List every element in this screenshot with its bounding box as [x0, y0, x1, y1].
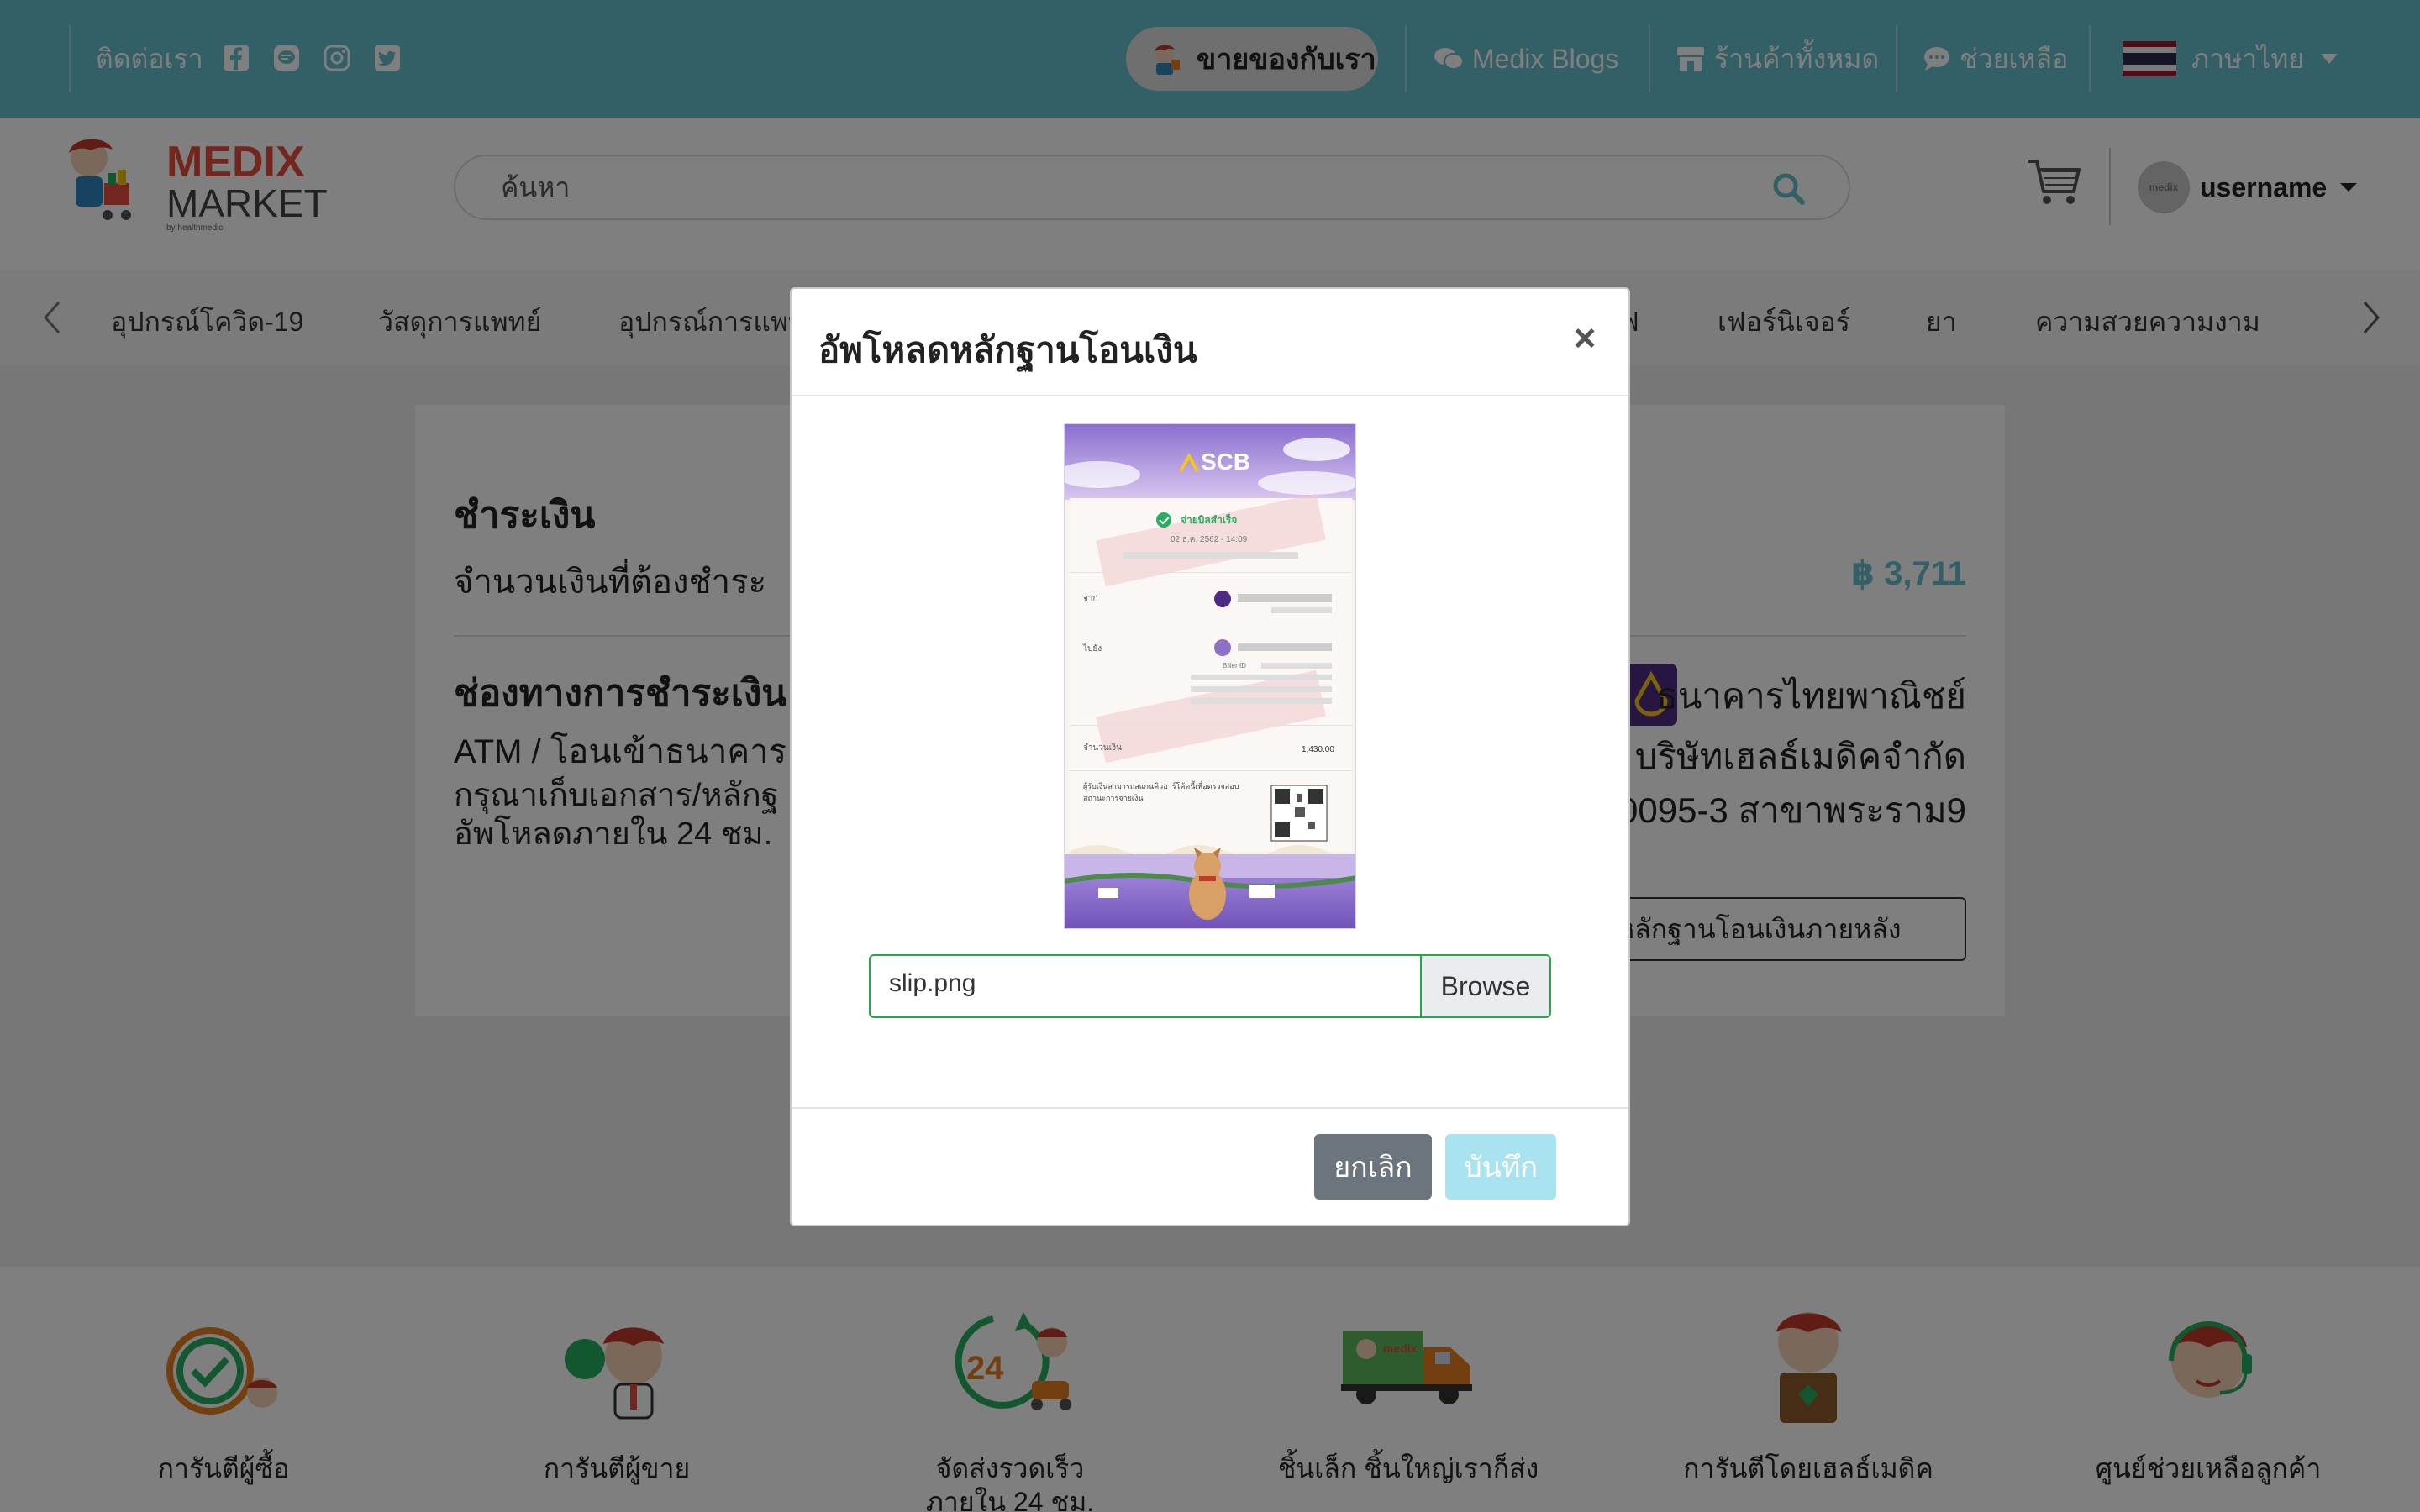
close-icon[interactable]: × — [1566, 318, 1603, 357]
save-button[interactable]: บันทึก — [1445, 1134, 1556, 1200]
slip-scan-note: ผู้รับเงินสามารถสแกนคิวอาร์โค้ดนี้เพื่อต… — [1083, 782, 1239, 802]
slip-status: จ่ายบิลสำเร็จ — [1181, 513, 1237, 526]
transfer-slip-image: SCB จ่ายบิลสำเร็จ 02 ธ.ค. 2562 - 14:09 จ… — [1065, 424, 1355, 928]
upload-proof-modal: อัพโหลดหลักฐานโอนเงิน × SCB จ่ายบิลสำเร็… — [790, 287, 1630, 1226]
slip-from-label: จาก — [1083, 594, 1098, 603]
modal-header: อัพโหลดหลักฐานโอนเงิน × — [792, 289, 1628, 396]
browse-button[interactable]: Browse — [1420, 956, 1549, 1016]
cancel-button[interactable]: ยกเลิก — [1314, 1134, 1432, 1200]
slip-amount-value: 1,430.00 — [1302, 745, 1334, 754]
modal-title: อัพโหลดหลักฐานโอนเงิน — [818, 330, 1197, 370]
modal-footer-divider — [792, 1107, 1628, 1109]
selected-file-name: slip.png — [889, 969, 976, 997]
file-upload-field[interactable]: slip.png Browse — [869, 954, 1551, 1018]
slip-amount-label: จำนวนเงิน — [1083, 743, 1122, 753]
slip-bank-name: SCB — [1201, 449, 1250, 475]
slip-to-label: ไปยัง — [1082, 643, 1102, 654]
slip-date: 02 ธ.ค. 2562 - 14:09 — [1171, 535, 1248, 544]
slip-preview-image: SCB จ่ายบิลสำเร็จ 02 ธ.ค. 2562 - 14:09 จ… — [1064, 423, 1356, 929]
slip-biller-label: Biller ID — [1223, 662, 1246, 669]
